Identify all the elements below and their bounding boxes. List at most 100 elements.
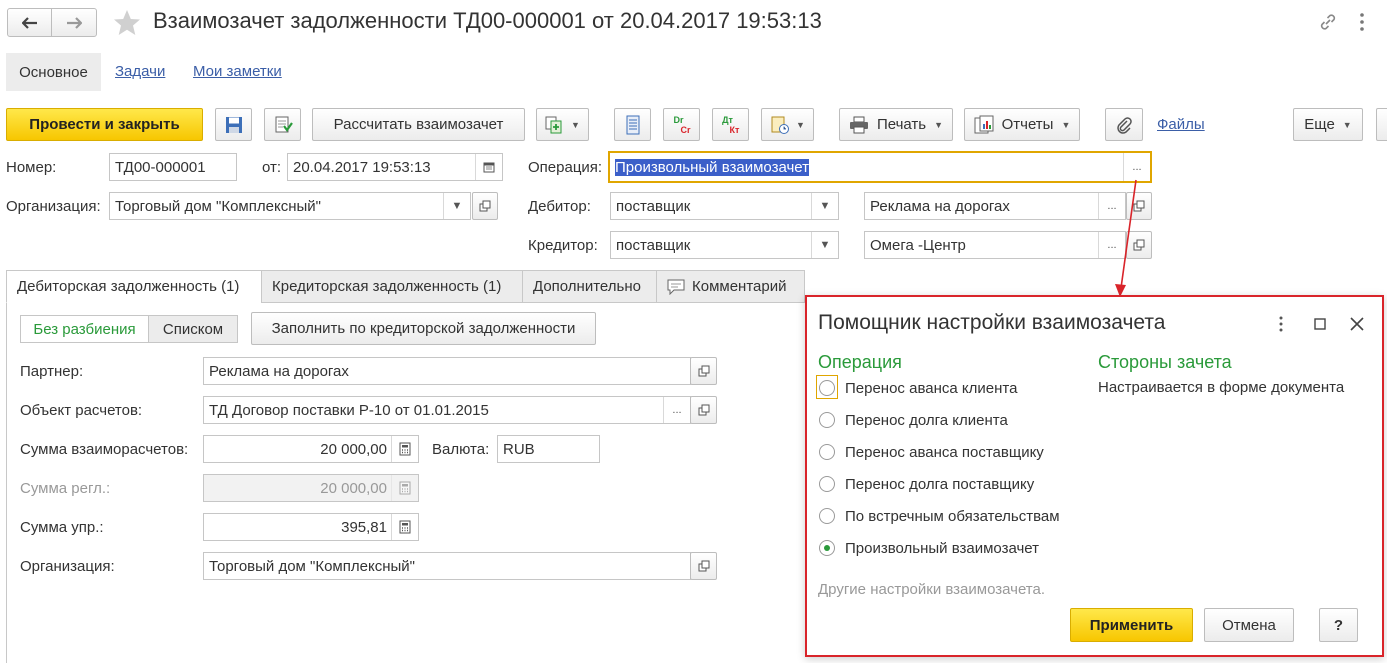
radio-option-0[interactable] (819, 380, 835, 396)
debtor-type-field[interactable]: поставщик ▼ (610, 192, 839, 220)
mode-list-button[interactable]: Списком (148, 315, 238, 343)
create-based-icon (545, 116, 562, 133)
tab-receivables[interactable]: Дебиторская задолженность (1) (6, 270, 262, 303)
post-and-close-button[interactable]: Провести и закрыть (6, 108, 203, 141)
attach-button[interactable] (1105, 108, 1143, 141)
reports-icon (974, 115, 994, 133)
related-documents-button[interactable]: ▼ (761, 108, 814, 141)
mode-split-button[interactable]: Без разбиения (20, 315, 149, 343)
settlement-sum-field[interactable]: 20 000,00 (203, 435, 419, 463)
option-label-0[interactable]: Перенос аванса клиента (845, 380, 1017, 397)
print-button[interactable]: Печать ▼ (839, 108, 953, 141)
management-sum-field[interactable]: 395,81 (203, 513, 419, 541)
list-button[interactable] (614, 108, 651, 141)
chevron-down-icon: ▼ (571, 119, 580, 130)
open-icon (698, 560, 709, 572)
open-organization-button[interactable] (472, 192, 498, 220)
currency-value: RUB (503, 440, 535, 458)
currency-field[interactable]: RUB (497, 435, 600, 463)
annotation-arrow (1115, 179, 1137, 297)
date-value: 20.04.2017 19:53:13 (293, 158, 431, 176)
favorite-star-icon[interactable] (112, 8, 142, 37)
forward-button[interactable] (51, 8, 97, 37)
radio-option-5-selected[interactable] (819, 540, 835, 556)
dropdown-arrow-icon[interactable]: ▼ (811, 193, 838, 219)
tab-notes[interactable]: Мои заметки (193, 63, 282, 80)
help-button-cut[interactable] (1376, 108, 1387, 141)
option-label-5[interactable]: Произвольный взаимозачет (845, 540, 1039, 557)
save-button[interactable] (215, 108, 252, 141)
dialog-more-icon[interactable] (1278, 316, 1284, 332)
organization-field[interactable]: Торговый дом "Комплексный" ▼ (109, 192, 471, 220)
cancel-button[interactable]: Отмена (1204, 608, 1294, 642)
operation-label: Операция: (528, 159, 603, 176)
creditor-type-field[interactable]: поставщик ▼ (610, 231, 839, 259)
calendar-icon[interactable] (475, 154, 502, 180)
create-based-on-button[interactable]: ▼ (536, 108, 589, 141)
radio-option-2[interactable] (819, 444, 835, 460)
printer-icon (849, 116, 868, 133)
option-label-3[interactable]: Перенос долга поставщику (845, 476, 1034, 493)
dialog-title: Помощник настройки взаимозачета (818, 311, 1166, 334)
apply-button[interactable]: Применить (1070, 608, 1193, 642)
back-button[interactable] (7, 8, 52, 37)
tab-additional-label: Дополнительно (533, 278, 641, 295)
settlement-object-field[interactable]: ТД Договор поставки Р-10 от 01.01.2015 .… (203, 396, 691, 424)
calculator-icon[interactable] (391, 436, 418, 462)
calculate-offset-label: Рассчитать взаимозачет (333, 116, 504, 133)
radio-option-4[interactable] (819, 508, 835, 524)
link-icon[interactable] (1318, 12, 1338, 32)
reports-button[interactable]: Отчеты ▼ (964, 108, 1080, 141)
radio-option-3[interactable] (819, 476, 835, 492)
tab-main[interactable]: Основное (6, 53, 101, 91)
open-settlement-object-button[interactable] (690, 396, 717, 424)
post-button[interactable] (264, 108, 301, 141)
dropdown-arrow-icon[interactable]: ▼ (443, 193, 470, 219)
partner-value: Реклама на дорогах (209, 362, 349, 380)
calculator-icon[interactable] (391, 514, 418, 540)
radio-option-1[interactable] (819, 412, 835, 428)
calculator-icon (391, 475, 418, 501)
option-label-2[interactable]: Перенос аванса поставщику (845, 444, 1044, 461)
date-field[interactable]: 20.04.2017 19:53:13 (287, 153, 503, 181)
detail-organization-value: Торговый дом "Комплексный" (209, 557, 415, 575)
settlement-sum-value: 20 000,00 (320, 440, 387, 458)
creditor-field[interactable]: Омега -Центр ... (864, 231, 1126, 259)
partner-label: Партнер: (20, 363, 84, 380)
dt-kt-icon: Дт Кт (722, 114, 740, 135)
dropdown-arrow-icon[interactable]: ▼ (811, 232, 838, 258)
regulated-sum-value: 20 000,00 (320, 479, 387, 497)
number-field[interactable]: ТД00-000001 (109, 153, 237, 181)
dr-cr-button[interactable]: Dr Cr (663, 108, 700, 141)
dt-kt-button[interactable]: Дт Кт (712, 108, 749, 141)
close-icon[interactable] (1350, 317, 1364, 331)
option-label-1[interactable]: Перенос долга клиента (845, 412, 1008, 429)
number-label: Номер: (6, 159, 57, 176)
files-link[interactable]: Файлы (1157, 116, 1205, 133)
calculate-offset-button[interactable]: Рассчитать взаимозачет (312, 108, 525, 141)
other-settings-link[interactable]: Другие настройки взаимозачета. (818, 581, 1045, 598)
list-icon (626, 115, 639, 134)
partner-field[interactable]: Реклама на дорогах (203, 357, 691, 385)
option-label-4[interactable]: По встречным обязательствам (845, 508, 1060, 525)
tab-comment[interactable]: Комментарий (656, 270, 805, 303)
settings-assistant-dialog: Помощник настройки взаимозачета Операция… (805, 295, 1384, 657)
more-button[interactable]: Еще ▼ (1293, 108, 1363, 141)
help-button[interactable]: ? (1319, 608, 1358, 642)
open-partner-button[interactable] (690, 357, 717, 385)
open-detail-organization-button[interactable] (690, 552, 717, 580)
detail-organization-field[interactable]: Торговый дом "Комплексный" (203, 552, 691, 580)
more-vertical-icon[interactable] (1358, 12, 1366, 32)
settlement-object-ellipsis-button[interactable]: ... (663, 397, 690, 423)
radio-selected-dot (824, 545, 830, 551)
operation-field[interactable]: Произвольный взаимозачет ... (608, 151, 1152, 183)
maximize-icon[interactable] (1314, 318, 1326, 330)
settlement-object-value: ТД Договор поставки Р-10 от 01.01.2015 (209, 401, 489, 419)
debtor-field[interactable]: Реклама на дорогах ... (864, 192, 1126, 220)
dr-cr-icon: Dr Cr (673, 114, 691, 135)
related-docs-icon (771, 116, 790, 134)
tab-additional[interactable]: Дополнительно (522, 270, 657, 303)
fill-by-payables-button[interactable]: Заполнить по кредиторской задолженности (251, 312, 596, 345)
tab-payables[interactable]: Кредиторская задолженность (1) (261, 270, 523, 303)
tab-tasks[interactable]: Задачи (115, 63, 165, 80)
